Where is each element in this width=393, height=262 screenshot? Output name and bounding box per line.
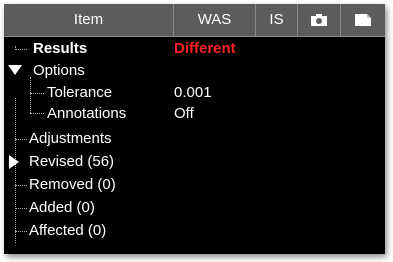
removed-label: Removed (0) bbox=[29, 176, 116, 193]
tolerance-label: Tolerance bbox=[47, 84, 113, 101]
tree-row-results[interactable]: Results Different bbox=[4, 38, 385, 60]
column-header-document[interactable] bbox=[341, 4, 385, 36]
annotations-label: Annotations bbox=[47, 105, 127, 122]
tree-row-revised[interactable]: Revised (56) bbox=[4, 151, 385, 173]
added-label: Added (0) bbox=[29, 199, 95, 216]
expanded-triangle-icon[interactable] bbox=[8, 65, 22, 77]
affected-label: Affected (0) bbox=[29, 222, 107, 239]
column-header-camera[interactable] bbox=[298, 4, 341, 36]
results-tree: Results Different Options Tolerance 0.00… bbox=[4, 37, 385, 254]
collapsed-triangle-icon[interactable] bbox=[9, 155, 21, 169]
adjustments-label: Adjustments bbox=[29, 130, 112, 147]
tree-row-annotations[interactable]: Annotations Off bbox=[4, 103, 385, 125]
document-icon bbox=[355, 14, 371, 26]
tolerance-value: 0.001 bbox=[174, 84, 212, 101]
tree-row-added[interactable]: Added (0) bbox=[4, 197, 385, 219]
camera-icon bbox=[311, 14, 327, 26]
tree-row-removed[interactable]: Removed (0) bbox=[4, 174, 385, 196]
column-header-was[interactable]: WAS bbox=[174, 4, 256, 36]
results-value: Different bbox=[174, 40, 236, 57]
column-header-item[interactable]: Item bbox=[4, 4, 174, 36]
tree-row-adjustments[interactable]: Adjustments bbox=[4, 128, 385, 150]
tree-row-options[interactable]: Options bbox=[4, 60, 385, 82]
tree-row-tolerance[interactable]: Tolerance 0.001 bbox=[4, 82, 385, 104]
revised-label: Revised (56) bbox=[29, 153, 115, 170]
annotations-value: Off bbox=[174, 105, 194, 122]
tree-row-affected[interactable]: Affected (0) bbox=[4, 220, 385, 242]
column-header-bar: Item WAS IS bbox=[4, 4, 385, 37]
column-header-is[interactable]: IS bbox=[256, 4, 298, 36]
options-label: Options bbox=[33, 62, 85, 79]
comparison-panel: Item WAS IS Results Different Options To… bbox=[4, 4, 385, 254]
results-label: Results bbox=[33, 40, 88, 57]
